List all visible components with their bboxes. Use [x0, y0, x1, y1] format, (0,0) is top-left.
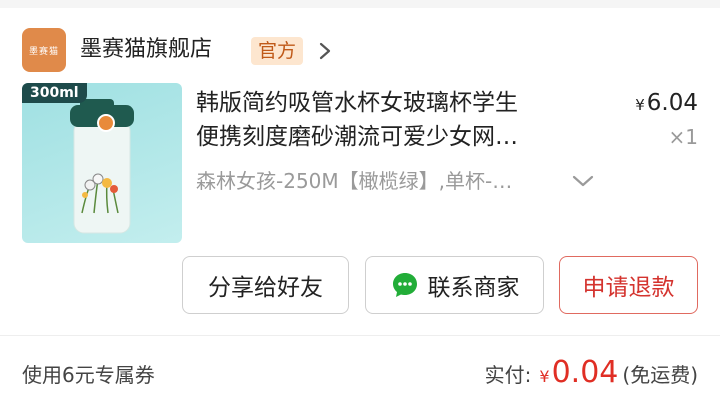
product-title-line-1: 韩版简约吸管水杯女玻璃杯学生 — [196, 90, 518, 116]
paid-amount: 0.04 — [551, 355, 619, 390]
size-tag: 300ml — [22, 83, 87, 103]
chevron-right-icon[interactable] — [315, 36, 335, 66]
official-badge: 官方 — [251, 37, 304, 65]
water-bottle-illustration — [70, 99, 134, 234]
product-price: ¥6.04 — [635, 86, 698, 122]
chat-bubble-icon — [392, 273, 417, 297]
product-image[interactable]: 300ml — [22, 83, 182, 243]
refund-button-label: 申请退款 — [582, 275, 675, 301]
paid-currency: ¥ — [539, 367, 550, 386]
shop-logo[interactable]: 墨赛猫 — [22, 28, 66, 72]
contact-seller-button[interactable]: 联系商家 — [365, 256, 544, 314]
product-quantity: ×1 — [668, 125, 698, 149]
shop-logo-text: 墨赛猫 — [28, 46, 59, 57]
product-title[interactable]: 韩版简约吸管水杯女玻璃杯学生 便携刻度磨砂潮流可爱少女网… — [196, 86, 596, 154]
price-value: 6.04 — [646, 90, 698, 116]
order-card: 墨赛猫 墨赛猫旗舰店 官方 300ml 韩版简约吸管水杯女玻璃杯学生 便携刻度磨… — [0, 8, 720, 400]
price-currency: ¥ — [635, 96, 645, 114]
share-button-label: 分享给好友 — [208, 275, 323, 301]
contact-seller-label: 联系商家 — [427, 275, 520, 301]
paid-label: 实付: — [484, 363, 532, 387]
refund-button[interactable]: 申请退款 — [559, 256, 698, 314]
chevron-down-icon[interactable] — [570, 170, 596, 192]
coupon-text: 使用6元专属券 — [22, 363, 155, 387]
share-button[interactable]: 分享给好友 — [182, 256, 349, 314]
product-title-line-2: 便携刻度磨砂潮流可爱少女网… — [196, 124, 518, 150]
product-variant[interactable]: 森林女孩-250M【橄榄绿】,单杯-… — [196, 164, 588, 198]
shop-name[interactable]: 墨赛猫旗舰店 — [80, 30, 212, 70]
divider — [0, 335, 720, 336]
paid-summary: 实付: ¥0.04 (免运费) — [485, 353, 698, 397]
shipping-note: (免运费) — [622, 363, 698, 387]
